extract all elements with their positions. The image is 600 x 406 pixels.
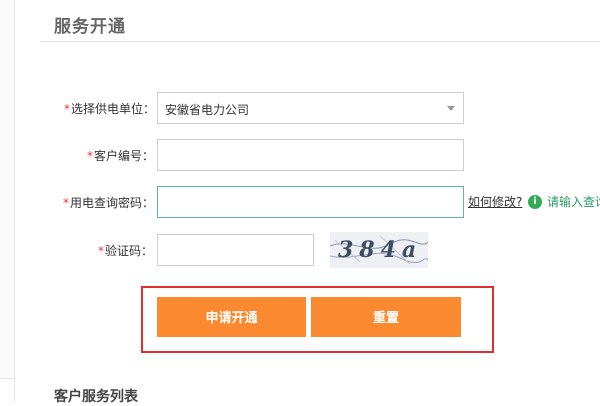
supplier-select[interactable]: 安徽省电力公司 (157, 92, 464, 124)
apply-button[interactable]: 申请开通 (157, 297, 306, 337)
customer-no-input[interactable] (157, 139, 464, 171)
info-icon: i (528, 194, 542, 209)
captcha-text: 384a (338, 237, 423, 263)
captcha-label-text: 验证码： (105, 244, 154, 258)
chevron-down-icon (447, 106, 455, 111)
required-mark: * (87, 149, 93, 163)
captcha-input[interactable] (157, 234, 314, 266)
how-to-change-link[interactable]: 如何修改? (468, 193, 522, 210)
customer-no-label: *客户编号： (87, 147, 154, 164)
service-list-title: 客户服务列表 (54, 389, 138, 405)
customer-no-label-text: 客户编号： (94, 149, 155, 163)
captcha-image[interactable]: 384a (330, 232, 428, 268)
password-hint: i 请输入查询 (528, 193, 600, 210)
password-hint-text: 请输入查询 (547, 195, 600, 209)
query-password-input[interactable] (157, 186, 464, 218)
left-sidebar-stub (0, 378, 15, 402)
title-divider (40, 41, 600, 42)
required-mark: * (98, 244, 104, 258)
required-mark: * (64, 102, 70, 116)
supplier-label: *选择供电单位： (64, 100, 155, 117)
supplier-label-text: 选择供电单位： (71, 102, 156, 116)
supplier-selected-value: 安徽省电力公司 (165, 103, 250, 117)
left-sidebar-edge (0, 0, 15, 401)
query-password-label: *用电查询密码： (63, 194, 154, 211)
query-password-label-text: 用电查询密码： (70, 196, 155, 210)
page-title: 服务开通 (54, 17, 126, 37)
required-mark: * (63, 196, 69, 210)
captcha-label: *验证码： (98, 242, 153, 259)
reset-button[interactable]: 重置 (311, 297, 461, 337)
